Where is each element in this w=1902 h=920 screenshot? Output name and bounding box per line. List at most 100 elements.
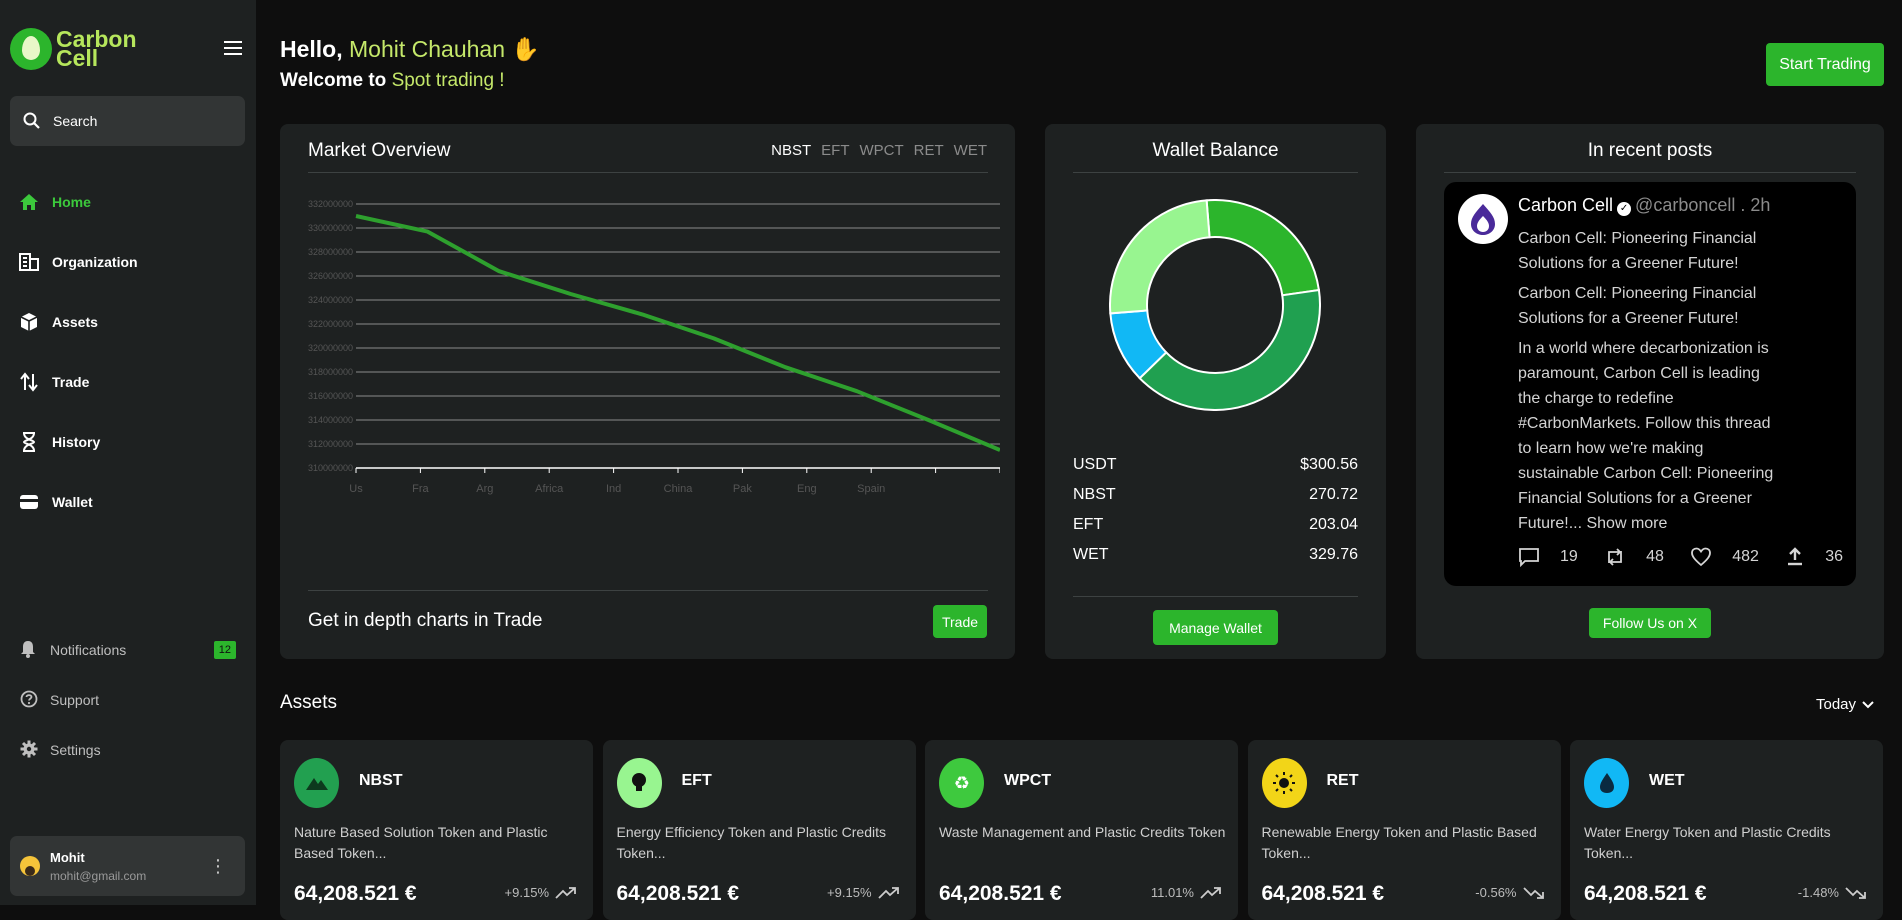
asset-name: WET	[1649, 772, 1685, 789]
nav-item-notifications[interactable]: Notifications 12	[20, 625, 236, 675]
asset-change-value: +9.15%	[504, 885, 549, 900]
reply-action[interactable]: 19	[1518, 547, 1578, 567]
divider	[308, 590, 988, 591]
nav-label: Home	[52, 194, 91, 210]
wallet-row-value: 203.04	[1309, 516, 1358, 533]
chevron-down-icon	[1862, 700, 1874, 708]
tweet-paragraph: In a world where decarbonization is para…	[1518, 336, 1783, 536]
y-tick-label: 324000000	[308, 295, 353, 305]
nav-item-support[interactable]: Support	[20, 675, 236, 725]
asset-name: NBST	[359, 772, 403, 789]
user-profile[interactable]: Mohit mohit@gmail.com ⋮	[10, 836, 245, 896]
asset-description: Waste Management and Plastic Credits Tok…	[939, 824, 1226, 840]
retweet-count: 48	[1646, 548, 1664, 565]
nav-item-wallet[interactable]: Wallet	[18, 472, 138, 532]
y-tick-label: 316000000	[308, 391, 353, 401]
wallet-row-label: EFT	[1073, 516, 1104, 533]
tab-wet[interactable]: WET	[954, 142, 987, 159]
asset-card-wet[interactable]: WET Water Energy Token and Plastic Credit…	[1570, 740, 1883, 920]
like-count: 482	[1732, 548, 1759, 565]
market-overview-card: Market Overview NBST EFT WPCT RET WET 33…	[280, 124, 1015, 659]
nav-label: Organization	[52, 254, 138, 270]
wallet-title: Wallet Balance	[1152, 140, 1279, 161]
retweet-action[interactable]: 48	[1604, 547, 1664, 567]
wallet-row: WET 329.76	[1073, 546, 1358, 564]
welcome-line: Welcome to Spot trading !	[280, 70, 505, 92]
logo-flame-icon	[10, 28, 52, 70]
asset-card-wpct[interactable]: ♻ WPCT Waste Management and Plastic Credit…	[925, 740, 1238, 920]
trend-down-icon	[1845, 886, 1866, 899]
x-tick-label: Pak	[733, 483, 752, 495]
asset-card-eft[interactable]: EFT Energy Efficiency Token and Plastic C…	[602, 740, 916, 920]
avatar	[20, 856, 40, 876]
nav-item-settings[interactable]: Settings	[20, 725, 236, 775]
x-tick-label: Spain	[857, 483, 885, 495]
nav-item-home[interactable]: Home	[18, 172, 138, 232]
y-tick-label: 318000000	[308, 367, 353, 377]
reply-count: 19	[1560, 548, 1578, 565]
x-tick-label: Arg	[476, 483, 493, 495]
tweet-paragraph: Carbon Cell: Pioneering Financial Soluti…	[1518, 285, 1757, 327]
start-trading-button[interactable]: Start Trading	[1766, 43, 1884, 86]
period-selector[interactable]: Today	[1816, 696, 1874, 713]
manage-wallet-button[interactable]: Manage Wallet	[1153, 610, 1278, 645]
y-tick-label: 310000000	[308, 463, 353, 473]
wallet-row-label: USDT	[1073, 456, 1117, 473]
divider	[308, 172, 988, 173]
wallet-row: USDT $300.56	[1073, 456, 1358, 474]
recycle-icon: ♻	[939, 758, 984, 808]
share-icon	[1788, 547, 1803, 566]
nav-item-trade[interactable]: Trade	[18, 352, 138, 412]
svg-text:♻: ♻	[953, 773, 969, 794]
share-count: 36	[1825, 548, 1843, 565]
help-icon	[20, 690, 40, 711]
search-box[interactable]	[10, 96, 245, 146]
tab-wpct[interactable]: WPCT	[860, 142, 904, 159]
more-vertical-icon[interactable]: ⋮	[209, 857, 227, 875]
asset-name: EFT	[681, 772, 712, 789]
asset-card-ret[interactable]: RET Renewable Energy Token and Plastic Ba…	[1247, 740, 1561, 920]
reply-icon	[1519, 548, 1539, 567]
tab-nbst[interactable]: NBST	[771, 142, 811, 159]
notification-count-badge: 12	[213, 641, 236, 659]
market-tabs: NBST EFT WPCT RET WET	[771, 142, 987, 159]
asset-change-value: -0.56%	[1475, 885, 1517, 900]
wallet-row-value: $300.56	[1300, 456, 1358, 473]
user-name: Mohit	[50, 849, 85, 865]
posts-title: In recent posts	[1587, 140, 1713, 161]
tweet-author[interactable]: Carbon Cell	[1518, 195, 1613, 215]
follow-us-button[interactable]: Follow Us on X	[1589, 608, 1711, 638]
menu-icon[interactable]	[224, 41, 242, 55]
wallet-icon	[18, 494, 40, 510]
y-tick-label: 314000000	[308, 415, 353, 425]
tweet-card[interactable]: Carbon Cell ✓ @carboncell . 2h Carbon Cell…	[1444, 182, 1856, 586]
asset-price: 64,208.521 €	[294, 882, 417, 905]
tweet-paragraph: Carbon Cell: Pioneering Financial Soluti…	[1518, 230, 1757, 272]
nav-label: History	[52, 434, 101, 450]
nav-item-organization[interactable]: Organization	[18, 232, 138, 292]
search-input[interactable]	[53, 113, 223, 129]
nav-label: Notifications	[50, 642, 127, 658]
tweet-body: In a world where decarbonization is para…	[1518, 340, 1774, 532]
divider	[1444, 172, 1856, 173]
tab-eft[interactable]: EFT	[821, 142, 849, 159]
nav-item-history[interactable]: History	[18, 412, 138, 472]
nav-item-assets[interactable]: Assets	[18, 292, 138, 352]
asset-description: Nature Based Solution Token and Plastic …	[294, 824, 548, 861]
asset-change-value: -1.48%	[1797, 885, 1839, 900]
assets-icon	[18, 312, 40, 332]
asset-price: 64,208.521 €	[616, 882, 740, 905]
main-nav: Home Organization Assets Trade History W…	[18, 172, 138, 532]
show-more-link[interactable]: Show more	[1586, 515, 1667, 532]
donut-slice	[1138, 288, 1321, 411]
asset-card-nbst[interactable]: NBST Nature Based Solution Token and Plas…	[280, 740, 593, 920]
logo[interactable]: Carbon Cell	[10, 28, 137, 70]
trade-button[interactable]: Trade	[933, 605, 987, 638]
divider	[1073, 172, 1358, 173]
share-action[interactable]: 36	[1785, 547, 1843, 567]
wallet-row: NBST 270.72	[1073, 486, 1358, 504]
tab-ret[interactable]: RET	[914, 142, 944, 159]
like-action[interactable]: 482	[1690, 547, 1759, 567]
greeting: Hello, Mohit Chauhan ✋	[280, 36, 540, 63]
market-overview-title: Market Overview	[308, 140, 451, 161]
